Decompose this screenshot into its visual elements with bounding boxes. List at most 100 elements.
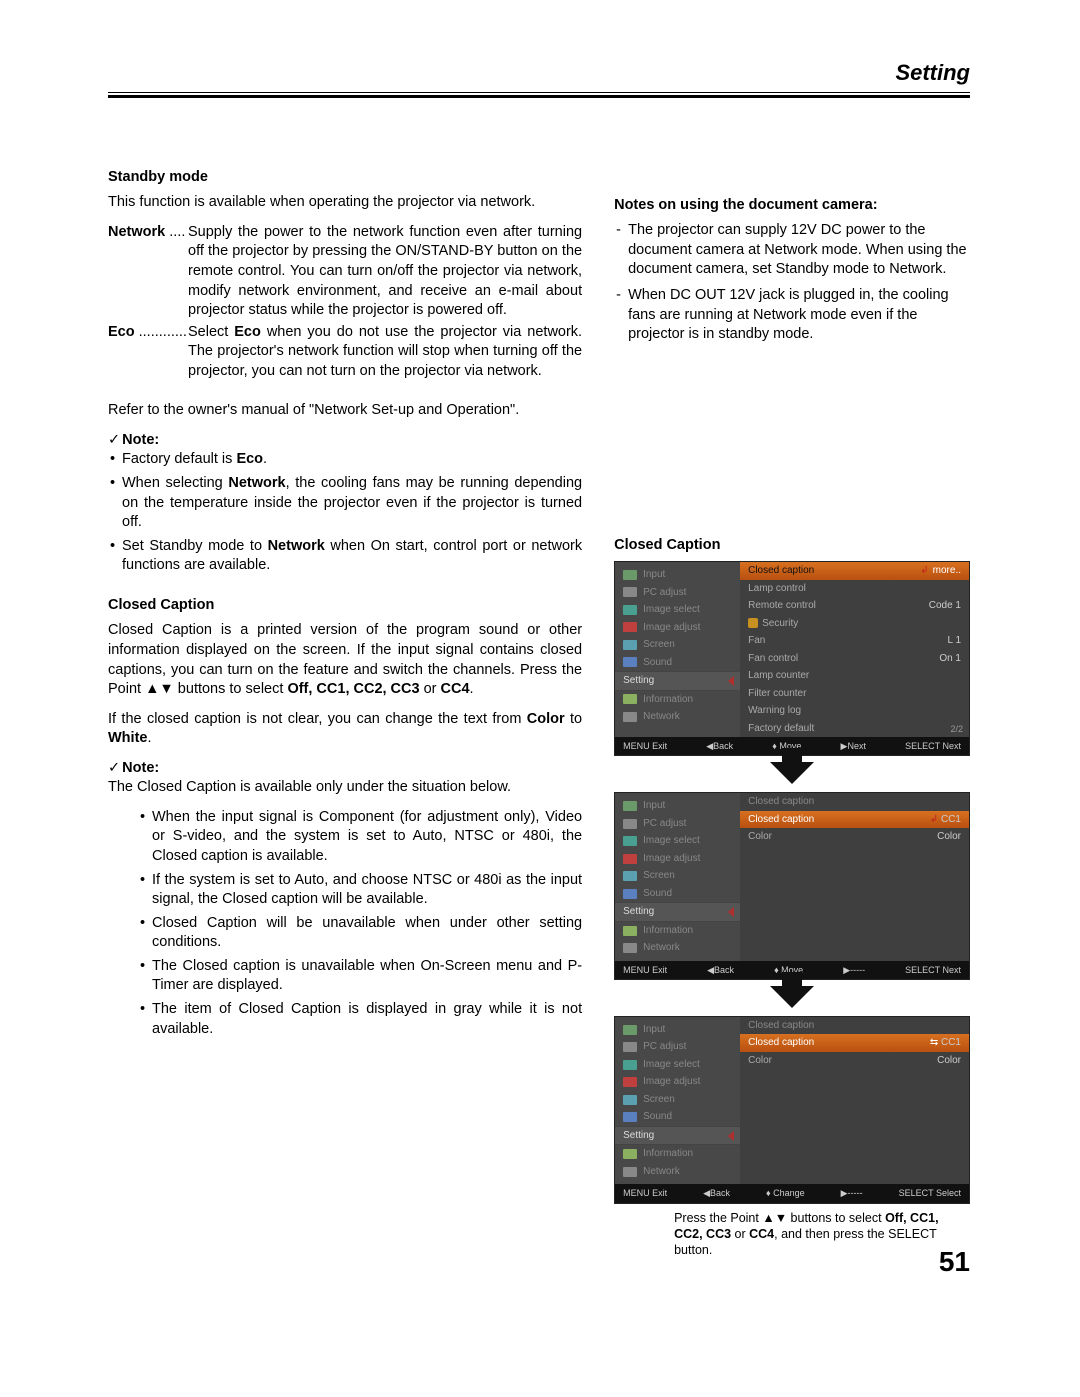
osd-footer-3: MENU Exit ◀Back ♦ Change ▶----- SELECT S… [615, 1184, 969, 1202]
osd-right-row[interactable]: Factory default [740, 720, 969, 738]
osd-right-row[interactable]: Filter counter [740, 685, 969, 703]
pc adjust-icon [623, 587, 637, 597]
osd-right-row[interactable]: Lamp counter [740, 667, 969, 685]
menu-label: Screen [643, 638, 675, 652]
standby-heading: Standby mode [108, 168, 582, 188]
osd-right-row[interactable]: Warning log [740, 702, 969, 720]
row-value: L 1 [947, 634, 961, 648]
menu-item[interactable]: Network [615, 708, 740, 726]
row-label: Closed caption [748, 813, 814, 827]
osd-right-row[interactable]: Remote controlCode 1 [740, 597, 969, 615]
menu-label: Sound [643, 887, 672, 901]
chevron-left-icon [728, 1131, 734, 1141]
lock-icon [748, 618, 758, 628]
menu-item[interactable]: Information [615, 1145, 740, 1163]
menu-item[interactable]: Image select [615, 601, 740, 619]
menu-item[interactable]: PC adjust [615, 584, 740, 602]
menu-item[interactable]: Sound [615, 1108, 740, 1126]
menu-item-setting[interactable]: Setting [615, 1126, 740, 1146]
menu-label: Information [643, 693, 693, 707]
osd-panel-3: InputPC adjust Image selectImage adjustSc… [614, 1016, 970, 1204]
menu-item[interactable]: Image adjust [615, 1073, 740, 1091]
osd-right-row[interactable]: Closed captionmore.. [740, 562, 969, 580]
osd-left-menu: Input PC adjustImage select Image adjust Sc… [615, 562, 740, 737]
osd-right-row[interactable]: Fan L 1 [740, 632, 969, 650]
menu-item[interactable]: PC adjust [615, 1038, 740, 1056]
osd-right-row[interactable]: Fan controlOn 1 [740, 650, 969, 668]
network-icon [623, 712, 637, 722]
sound-icon [623, 1112, 637, 1122]
menu-item[interactable]: Sound [615, 885, 740, 903]
osd-right-row[interactable]: Lamp control [740, 580, 969, 598]
pc adjust-icon [623, 1042, 637, 1052]
menu-label: Network [643, 1165, 680, 1179]
osd-right-row[interactable]: ColorColor [740, 1052, 969, 1070]
menu-label: Input [643, 799, 665, 813]
menu-item-setting[interactable]: Setting [615, 902, 740, 922]
page-section-title: Setting [108, 58, 970, 88]
menu-item[interactable]: Input [615, 797, 740, 815]
row-label: Fan [748, 634, 765, 648]
menu-item[interactable]: Screen [615, 636, 740, 654]
osd-right-list-3: Closed captionClosed caption⇆ CC1ColorCo… [740, 1017, 969, 1185]
input-icon [623, 801, 637, 811]
network-icon [623, 1167, 637, 1177]
image select-icon [623, 605, 637, 615]
row-value: Color [937, 830, 961, 844]
right-column: Notes on using the document camera: The … [614, 168, 970, 1259]
menu-label: Image adjust [643, 621, 700, 635]
menu-item[interactable]: Screen [615, 867, 740, 885]
menu-item[interactable]: Input [615, 1021, 740, 1039]
menu-item[interactable]: Information [615, 922, 740, 940]
osd-right-list-1: Closed captionmore..Lamp controlRemote c… [740, 562, 969, 737]
menu-item[interactable]: Image select [615, 832, 740, 850]
menu-item[interactable]: Image adjust [615, 619, 740, 637]
menu-item[interactable]: Input [615, 566, 740, 584]
menu-label: Input [643, 568, 665, 582]
row-label: Fan control [748, 652, 798, 666]
menu-item[interactable]: Network [615, 939, 740, 957]
information-icon [623, 926, 637, 936]
osd-right-row[interactable]: Security [740, 615, 969, 633]
row-value: ⇆ CC1 [930, 1036, 961, 1050]
menu-item[interactable]: Image select [615, 1056, 740, 1074]
osd-right-row[interactable]: Closed caption⇆ CC1 [740, 1034, 969, 1052]
menu-item[interactable]: PC adjust [615, 815, 740, 833]
sound-icon [623, 657, 637, 667]
image select-icon [623, 836, 637, 846]
page-number: 51 [939, 1243, 970, 1281]
menu-label: Sound [643, 1110, 672, 1124]
cc-note-list: When the input signal is Component (for … [138, 808, 582, 1039]
osd-pager: 2/2 [950, 723, 963, 735]
cc-heading: Closed Caption [108, 596, 582, 616]
menu-item[interactable]: Network [615, 1163, 740, 1181]
row-label: Color [748, 830, 772, 844]
menu-label: Network [643, 710, 680, 724]
menu-item[interactable]: Image adjust [615, 850, 740, 868]
menu-label: Setting [623, 905, 654, 919]
image adjust-icon [623, 1077, 637, 1087]
row-label: Color [748, 1054, 772, 1068]
note-label-1: Note: [108, 431, 582, 451]
menu-item-setting[interactable]: Setting [615, 671, 740, 691]
menu-label: Image select [643, 1058, 700, 1072]
notes-camera-list: The projector can supply 12V DC power to… [614, 221, 970, 344]
cc-para2: If the closed caption is not clear, you … [108, 710, 582, 749]
input-icon [623, 1025, 637, 1035]
osd-right-list-2: Closed captionClosed caption↲ CC1ColorCo… [740, 793, 969, 961]
information-icon [623, 1149, 637, 1159]
osd-left-menu-2: Input PC adjustImage selectImage adjustSc… [615, 793, 740, 961]
menu-label: Information [643, 1147, 693, 1161]
row-label: Factory default [748, 722, 814, 736]
menu-item[interactable]: Information [615, 691, 740, 709]
menu-item[interactable]: Sound [615, 654, 740, 672]
image select-icon [623, 1060, 637, 1070]
row-value: more.. [920, 564, 961, 578]
osd-right-row[interactable]: Closed caption↲ CC1 [740, 811, 969, 829]
standby-refer: Refer to the owner's manual of "Network … [108, 401, 582, 421]
osd-right-row[interactable]: Color Color [740, 828, 969, 846]
menu-label: Network [643, 941, 680, 955]
def-eco: Eco ............ Select Eco when you do … [108, 323, 582, 382]
row-label: Security [748, 617, 798, 631]
menu-item[interactable]: Screen [615, 1091, 740, 1109]
